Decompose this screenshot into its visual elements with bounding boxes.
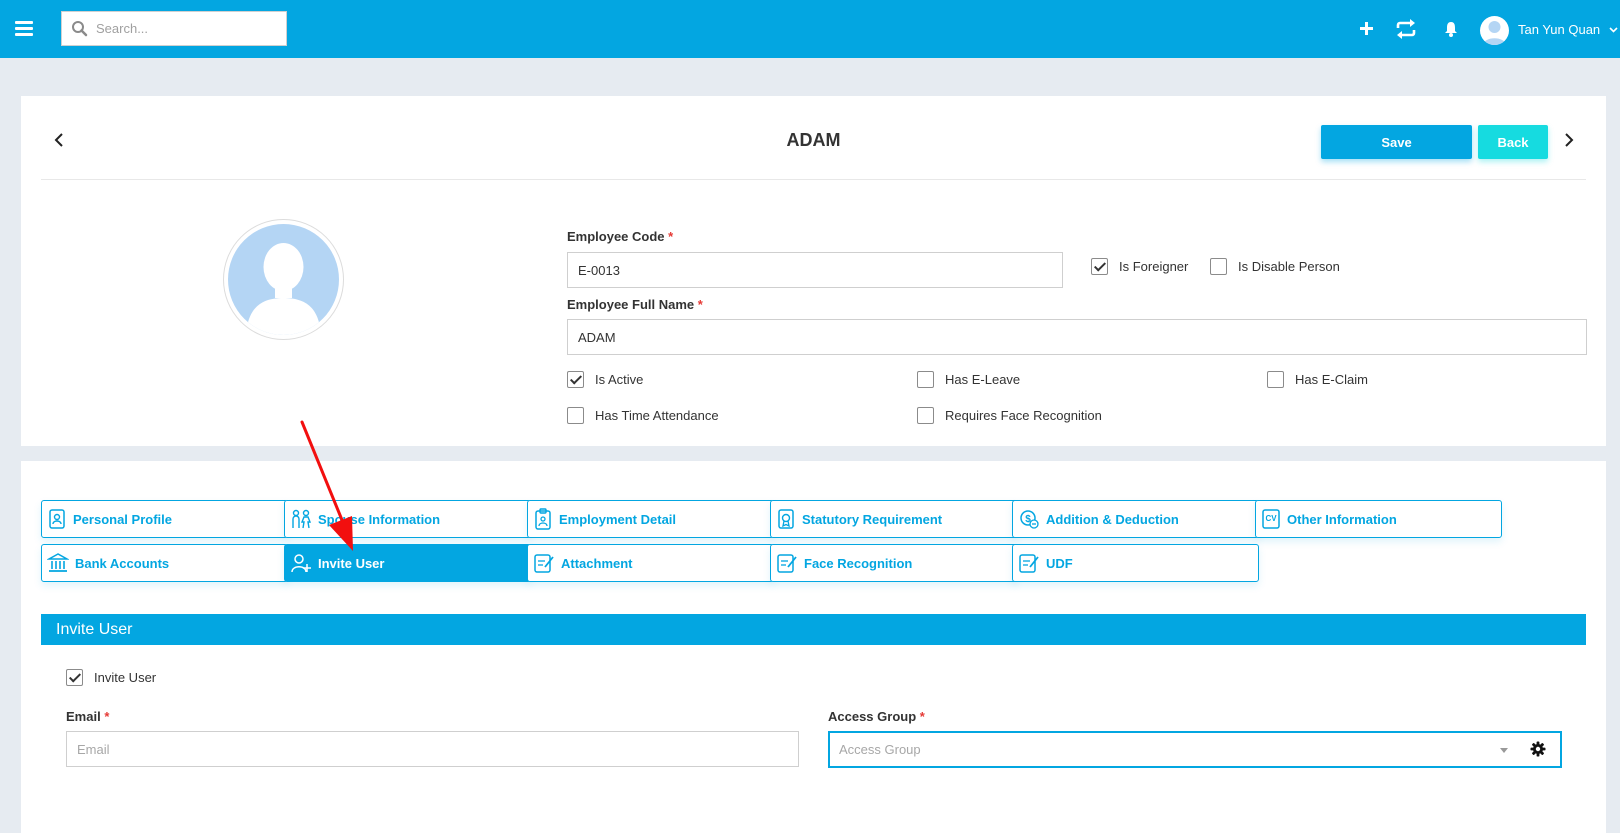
search-box[interactable] — [61, 11, 287, 46]
divider — [41, 179, 1586, 180]
search-input[interactable] — [96, 12, 281, 45]
tab-employment-detail[interactable]: Employment Detail — [527, 500, 774, 538]
checkbox-box[interactable] — [1210, 258, 1227, 275]
employee-code-label: Employee Code * — [567, 229, 674, 244]
edit-doc-icon — [534, 554, 554, 573]
tab-udf[interactable]: UDF — [1012, 544, 1259, 582]
edit-doc-icon — [777, 554, 797, 573]
user-silhouette-icon — [246, 243, 321, 335]
checkbox-box[interactable] — [917, 407, 934, 424]
tab-spouse-information[interactable]: Spouse Information — [284, 500, 531, 538]
dropdown-caret-icon[interactable] — [1500, 748, 1508, 753]
tab-statutory-requirement[interactable]: Statutory Requirement — [770, 500, 1017, 538]
sync-icon[interactable] — [1394, 19, 1418, 39]
certificate-icon — [778, 509, 794, 529]
tab-addition-deduction[interactable]: $ Addition & Deduction — [1012, 500, 1259, 538]
detail-card: Personal Profile Spouse Information Empl… — [21, 461, 1606, 833]
bell-icon[interactable] — [1444, 21, 1458, 37]
tab-other-information[interactable]: CV Other Information — [1255, 500, 1502, 538]
access-group-placeholder: Access Group — [839, 742, 921, 757]
email-label: Email * — [66, 709, 110, 724]
employee-full-name-label: Employee Full Name * — [567, 297, 703, 312]
chevron-down-icon[interactable] — [1609, 27, 1618, 33]
tab-face-recognition[interactable]: Face Recognition — [770, 544, 1017, 582]
user-name[interactable]: Tan Yun Quan — [1518, 22, 1600, 37]
tab-attachment[interactable]: Attachment — [527, 544, 774, 582]
checkbox-box[interactable] — [66, 669, 83, 686]
has-eclaim-checkbox[interactable]: Has E-Claim — [1267, 371, 1368, 388]
checkbox-box[interactable] — [1267, 371, 1284, 388]
tab-personal-profile[interactable]: Personal Profile — [41, 500, 288, 538]
access-group-select[interactable]: Access Group — [828, 731, 1562, 768]
checkbox-box[interactable] — [567, 371, 584, 388]
is-active-checkbox[interactable]: Is Active — [567, 371, 643, 388]
section-header: Invite User — [41, 614, 1586, 645]
avatar[interactable] — [1480, 16, 1509, 45]
cv-icon: CV — [1262, 509, 1280, 529]
top-navbar: Tan Yun Quan — [0, 0, 1620, 58]
checkbox-box[interactable] — [917, 371, 934, 388]
checkbox-box[interactable] — [1091, 258, 1108, 275]
tab-bank-accounts[interactable]: Bank Accounts — [41, 544, 288, 582]
bank-icon — [47, 553, 69, 572]
menu-icon[interactable] — [15, 21, 33, 36]
employee-card: ADAM Save Back Employee Code * Is Foreig… — [21, 96, 1606, 446]
requires-face-recognition-checkbox[interactable]: Requires Face Recognition — [917, 407, 1102, 424]
has-time-attendance-checkbox[interactable]: Has Time Attendance — [567, 407, 719, 424]
is-disable-person-checkbox[interactable]: Is Disable Person — [1210, 258, 1340, 275]
user-icon — [1483, 21, 1506, 45]
employee-code-field[interactable] — [567, 252, 1063, 288]
employee-full-name-field[interactable] — [567, 319, 1587, 355]
invite-user-checkbox[interactable]: Invite User — [66, 669, 156, 686]
access-group-label: Access Group * — [828, 709, 925, 724]
profile-icon — [49, 509, 65, 529]
save-button[interactable]: Save — [1321, 125, 1472, 159]
tab-invite-user[interactable]: Invite User — [284, 544, 531, 582]
plus-icon[interactable] — [1360, 22, 1373, 35]
couple-icon — [292, 509, 312, 529]
back-button[interactable]: Back — [1478, 125, 1548, 159]
email-field[interactable] — [66, 731, 799, 767]
coin-icon: $ — [1020, 510, 1039, 529]
edit-doc-icon — [1019, 554, 1039, 573]
is-foreigner-checkbox[interactable]: Is Foreigner — [1091, 258, 1188, 275]
search-icon — [72, 21, 88, 37]
svg-text:CV: CV — [1265, 514, 1277, 523]
add-user-icon — [291, 554, 311, 573]
employee-photo[interactable] — [223, 219, 344, 340]
has-eleave-checkbox[interactable]: Has E-Leave — [917, 371, 1020, 388]
clipboard-icon — [535, 508, 551, 530]
checkbox-box[interactable] — [567, 407, 584, 424]
next-record-icon[interactable] — [1564, 132, 1574, 148]
gear-icon[interactable] — [1530, 741, 1546, 757]
